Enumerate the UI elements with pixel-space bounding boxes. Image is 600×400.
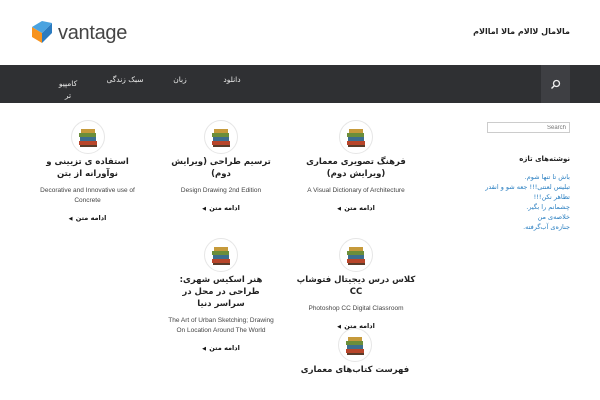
nav-item-label: دانلود — [223, 75, 241, 84]
recent-posts-title: نوشته‌های تازه — [519, 155, 570, 163]
arrow-icon: ◀ — [337, 206, 342, 212]
post-description: A Visual Dictionary of Architecture — [307, 187, 405, 194]
arrow-icon: ◀ — [202, 346, 207, 352]
vantage-logo-icon — [32, 21, 52, 43]
nav-item-label: تر — [64, 91, 72, 100]
read-more-label: ادامه متن — [209, 344, 240, 352]
site-tagline: مالامال لاالام مالا اماالام — [473, 27, 570, 36]
book-stack-icon[interactable] — [204, 238, 238, 272]
read-more-label: ادامه متن — [209, 204, 240, 212]
nav-item-lifestyle[interactable]: سبک زندگی — [100, 74, 150, 112]
post-description: Design Drawing 2nd Edition — [180, 187, 262, 194]
nav-search-button[interactable] — [541, 65, 570, 103]
recent-post-link[interactable]: تبلیس لعنتی!!! جعه شو و انقدر تظاهر نکن!… — [470, 182, 570, 202]
book-stack-icon[interactable] — [339, 120, 373, 154]
book-stack-icon[interactable] — [338, 328, 372, 362]
nav-item-download[interactable]: دانلود — [212, 74, 252, 112]
post-title[interactable]: فهرست کتاب‌های معماری — [280, 364, 430, 376]
recent-post-link[interactable]: چشمانم را بگیر. — [470, 202, 570, 212]
recent-post-link[interactable]: جنازه‌ی آب‌گرفته. — [470, 222, 570, 232]
recent-posts-list: باش تا تنها شوم. تبلیس لعنتی!!! جعه شو و… — [470, 172, 570, 232]
book-stack-icon[interactable] — [339, 238, 373, 272]
search-icon — [551, 79, 561, 89]
post-card: فرهنگ تصویری معماری (ویرایش دوم) A Visua… — [296, 120, 416, 212]
post-description: The Art of Urban Sketching; Drawing On L… — [168, 317, 274, 334]
nav-item-label: سبک زندگی — [106, 75, 144, 84]
post-card: استفاده ی تزیینی و نوآورانه از بتن Decor… — [30, 120, 145, 222]
site-header: vantage مالامال لاالام مالا اماالام — [0, 0, 600, 65]
nav-item-computer[interactable]: کامپیو تر — [48, 78, 88, 116]
book-stack-icon[interactable] — [70, 120, 105, 154]
post-description: Decorative and Innovative use of Concret… — [40, 187, 135, 204]
post-card: فهرست کتاب‌های معماری — [280, 328, 430, 376]
post-card: ترسیم طراحی (ویرایش دوم) Design Drawing … — [166, 120, 276, 212]
read-more-label: ادامه متن — [75, 214, 107, 222]
book-stack-icon[interactable] — [204, 120, 238, 154]
logo-text: vantage — [58, 21, 128, 44]
arrow-icon: ◀ — [68, 216, 73, 222]
arrow-icon: ◀ — [202, 206, 207, 212]
post-title[interactable]: ترسیم طراحی (ویرایش دوم) — [166, 156, 276, 180]
sidebar-search-input[interactable] — [487, 122, 570, 133]
nav-item-label: زبان — [173, 75, 187, 84]
read-more-link[interactable]: ادامه متن ◀ — [30, 214, 145, 222]
read-more-link[interactable]: ادامه متن ◀ — [296, 204, 416, 212]
read-more-link[interactable]: ادامه متن ◀ — [166, 344, 276, 352]
recent-post-link[interactable]: باش تا تنها شوم. — [470, 172, 570, 182]
post-card: هنر اسکیس شهری: طراحی در محل در سراسر دن… — [166, 238, 276, 352]
nav-item-language[interactable]: زبان — [165, 74, 195, 112]
read-more-link[interactable]: ادامه متن ◀ — [166, 204, 276, 212]
post-description: Photoshop CC Digital Classroom — [308, 305, 404, 312]
post-title[interactable]: کلاس درس دیجیتال فتوشاپ CC — [296, 274, 416, 298]
recent-post-link[interactable]: خلاصه‌ی من — [470, 212, 570, 222]
post-title[interactable]: فرهنگ تصویری معماری (ویرایش دوم) — [296, 156, 416, 180]
main-navigation: کامپیو تر سبک زندگی زبان دانلود — [0, 65, 600, 103]
read-more-label: ادامه متن — [344, 204, 375, 212]
site-logo[interactable]: vantage — [30, 20, 127, 46]
post-title[interactable]: استفاده ی تزیینی و نوآورانه از بتن — [30, 156, 145, 180]
post-card: کلاس درس دیجیتال فتوشاپ CC Photoshop CC … — [296, 238, 416, 330]
nav-item-label: کامپیو — [58, 79, 78, 88]
post-title[interactable]: هنر اسکیس شهری: طراحی در محل در سراسر دن… — [166, 274, 276, 310]
